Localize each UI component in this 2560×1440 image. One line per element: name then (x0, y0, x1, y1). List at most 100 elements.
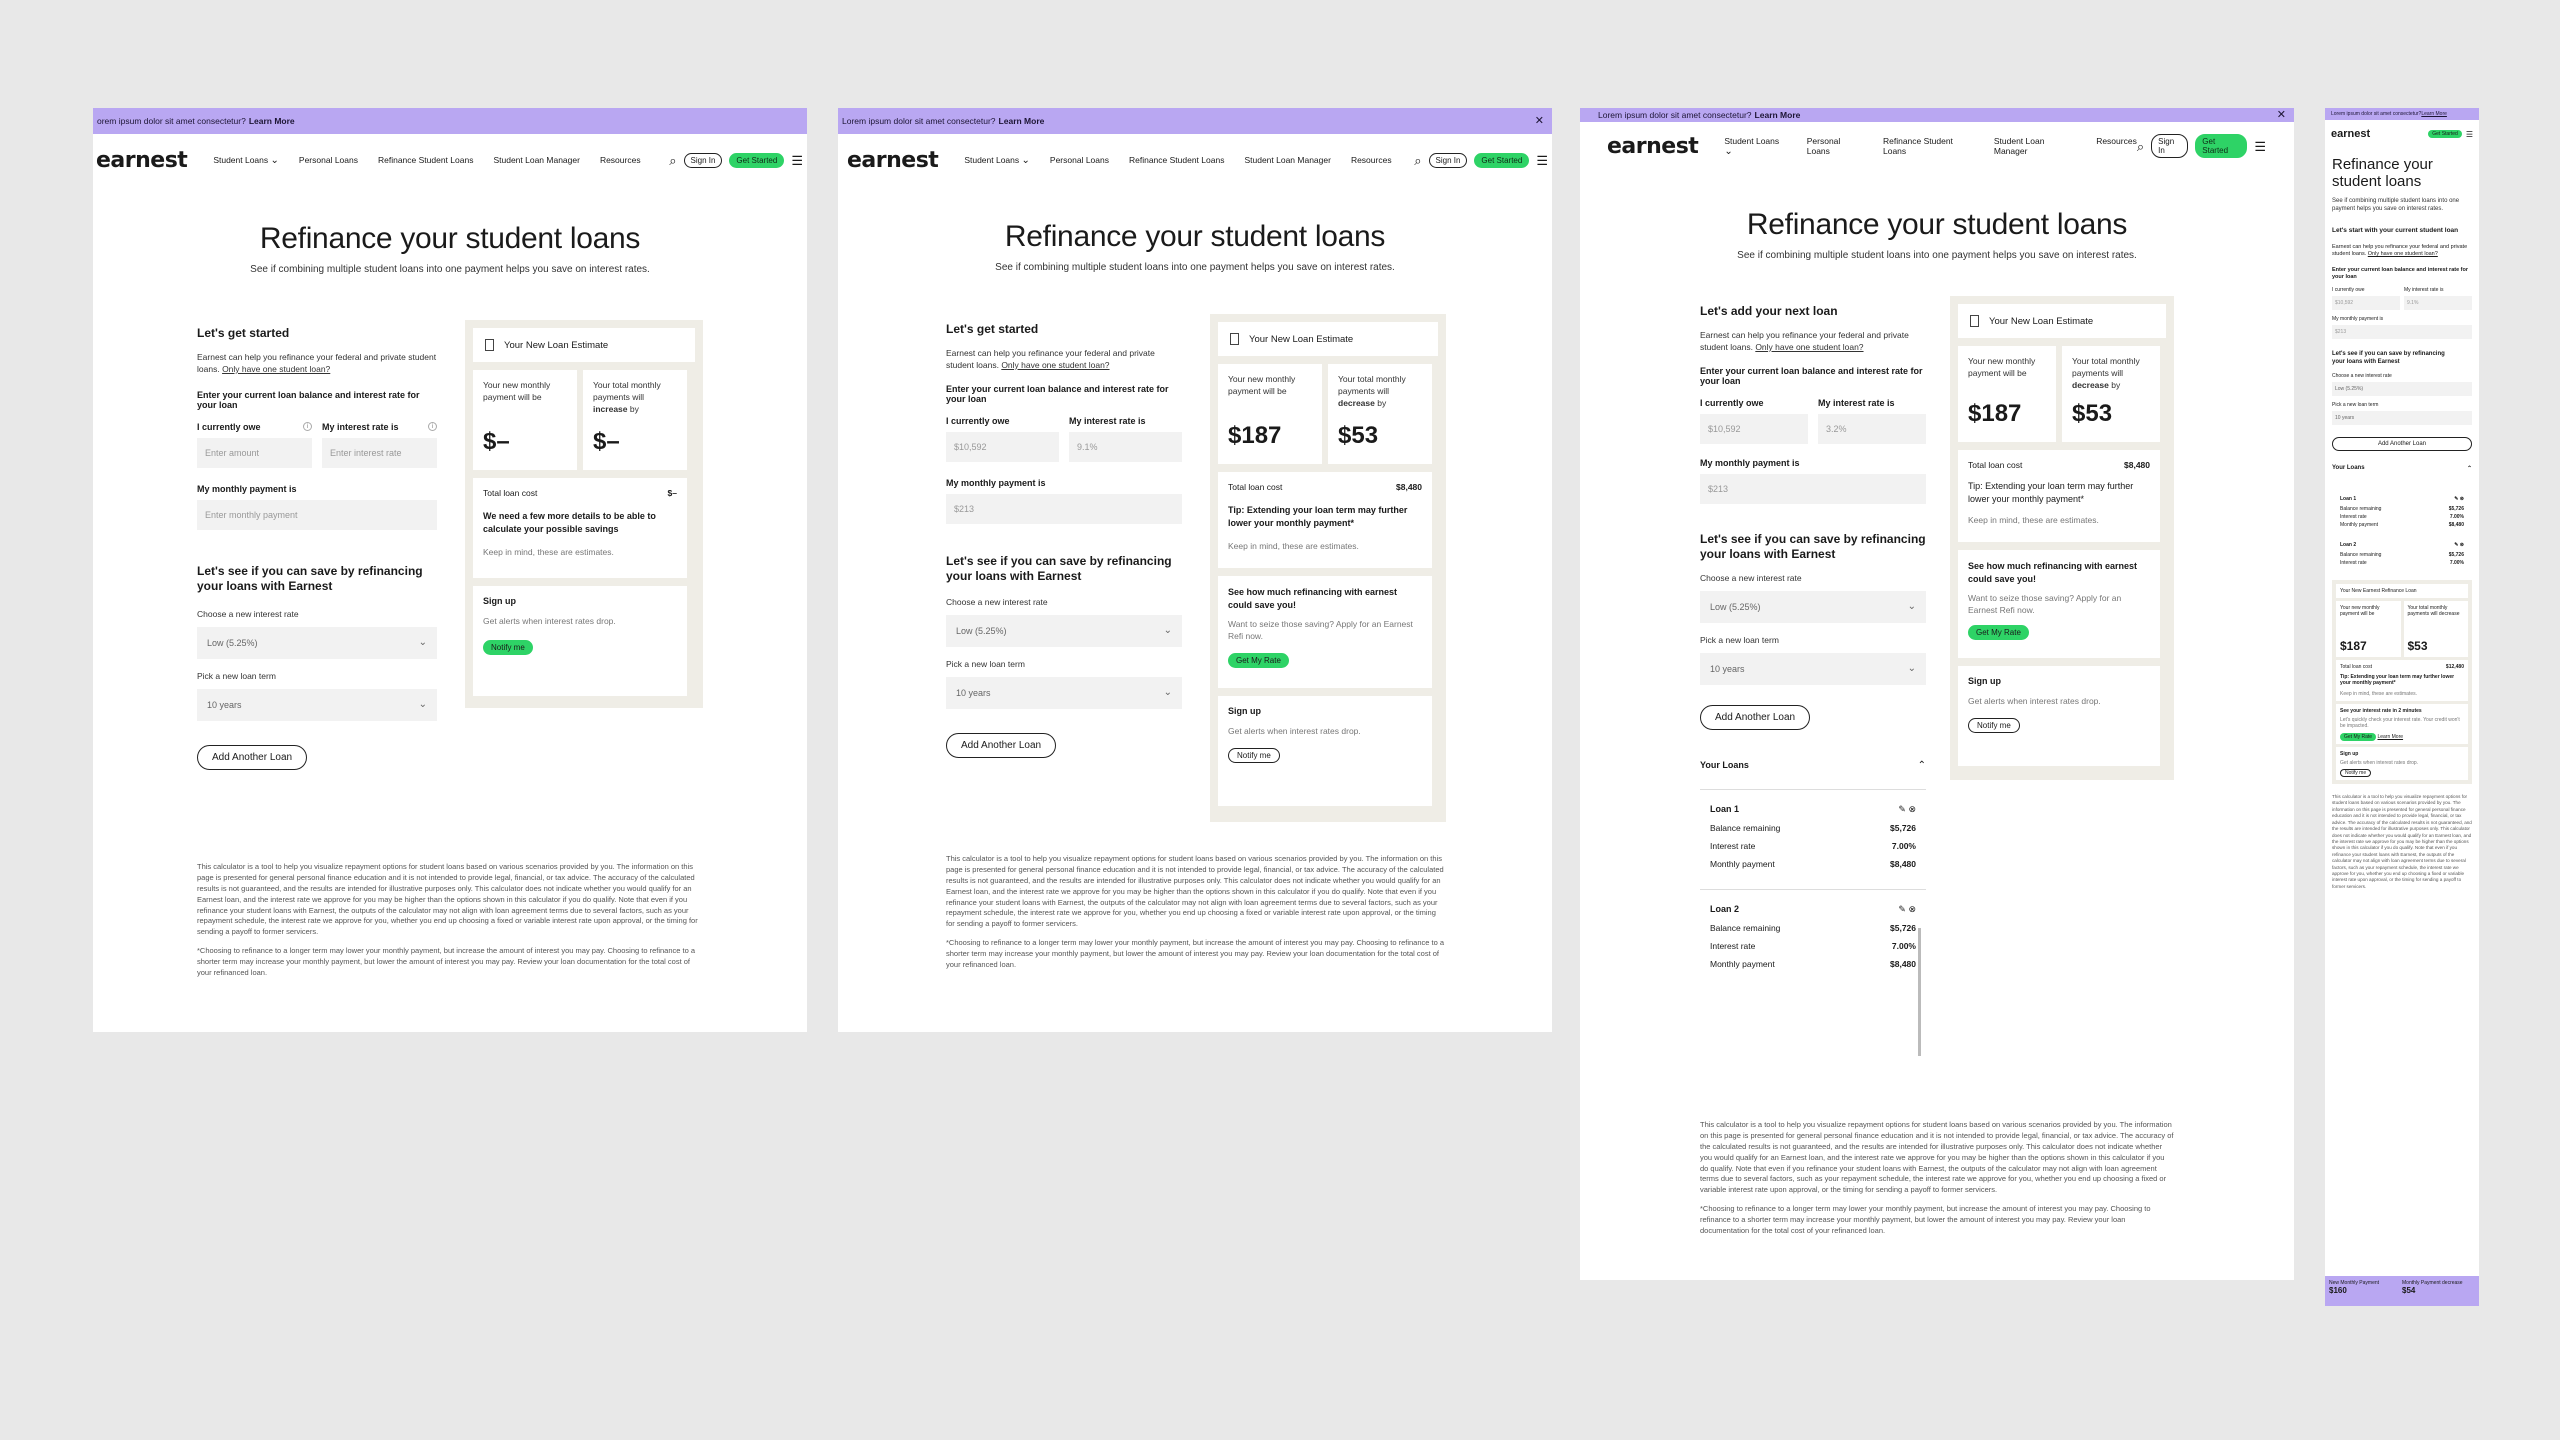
owe-label: I currently owe (946, 415, 1010, 426)
add-loan-button[interactable]: Add Another Loan (946, 732, 1057, 758)
banner-learn-more-link[interactable]: Learn More (249, 116, 295, 126)
edit-icon[interactable]: ✎ ⊗ (2454, 542, 2464, 548)
add-loan-button[interactable]: Add Another Loan (2332, 436, 2472, 451)
search-icon[interactable]: ⌕ (669, 154, 676, 167)
nav-personal-loans[interactable]: Personal Loans (299, 155, 358, 166)
loan-term-select[interactable]: 10 years ⌄ (946, 676, 1182, 709)
your-loans-header[interactable]: Your Loans ⌃ (1700, 760, 1926, 771)
monthly-label: My monthly payment is (2332, 316, 2384, 323)
get-started-button[interactable]: Get Started (1474, 152, 1530, 168)
close-icon[interactable]: ✕ (1535, 114, 1544, 127)
sign-in-button[interactable]: Sign In (683, 152, 723, 168)
nav-student-loans[interactable]: Student Loans ⌄ (1724, 136, 1786, 157)
notify-me-button[interactable]: Notify me (1968, 717, 2020, 733)
get-started-button[interactable]: Get Started (2195, 134, 2248, 158)
sign-in-button[interactable]: Sign In (2151, 134, 2189, 158)
nav-refinance[interactable]: Refinance Student Loans (378, 155, 473, 166)
remove-icon[interactable]: ⊗ (1908, 804, 1916, 814)
search-icon[interactable]: ⌕ (1414, 154, 1421, 167)
interest-rate-select[interactable]: Low (5.25%) ⌄ (946, 614, 1182, 647)
nav-personal-loans[interactable]: Personal Loans (1050, 155, 1109, 166)
one-loan-link[interactable]: Only have one student loan? (2368, 251, 2438, 257)
chevron-down-icon: ⌄ (1907, 601, 1916, 613)
monthly-label: My monthly payment is (1700, 457, 1800, 468)
info-icon[interactable]: i (428, 421, 437, 431)
nav-refinance[interactable]: Refinance Student Loans (1129, 155, 1224, 166)
get-my-rate-button[interactable]: Get My Rate (2340, 732, 2377, 741)
total-cost-cell: Total loan cost $– We need a few more det… (473, 478, 687, 578)
scrollbar[interactable] (1918, 928, 1921, 1056)
nav-resources[interactable]: Resources (2096, 136, 2137, 157)
rate-input[interactable]: Enter interest rate (322, 437, 437, 468)
earnest-logo[interactable]: earnest (1607, 134, 1699, 159)
your-loans-header[interactable]: Your Loans ⌃ (2332, 465, 2472, 472)
edit-icon[interactable]: ✎ (1898, 904, 1906, 914)
new-rate-label: Choose a new interest rate (1700, 572, 1802, 583)
chevron-down-icon: ⌄ (418, 637, 427, 649)
owe-input[interactable]: $10,592 (2332, 296, 2400, 311)
get-my-rate-button[interactable]: Get My Rate (1968, 624, 2029, 640)
rate-input[interactable]: 9.1% (1069, 431, 1182, 462)
monthly-input[interactable]: $213 (946, 493, 1182, 524)
get-started-button[interactable]: Get Started (729, 152, 785, 168)
close-icon[interactable]: ✕ (2277, 108, 2286, 121)
get-started-button[interactable]: Get Started (2428, 130, 2462, 138)
interest-rate-select[interactable]: Low (5.25%) ⌄ (1700, 590, 1926, 623)
banner-learn-more-link[interactable]: Learn More (999, 116, 1045, 126)
interest-rate-select[interactable]: Low (5.25%) ⌄ (197, 626, 437, 659)
get-my-rate-button[interactable]: Get My Rate (1228, 652, 1289, 668)
monthly-label: My monthly payment is (946, 477, 1046, 488)
earnest-logo[interactable]: earnest (847, 148, 939, 173)
monthly-input[interactable]: $213 (1700, 473, 1926, 504)
notify-me-button[interactable]: Notify me (1228, 747, 1280, 763)
menu-icon[interactable]: ☰ (2254, 140, 2266, 153)
owe-input[interactable]: Enter amount (197, 437, 312, 468)
monthly-input[interactable]: $213 (2332, 325, 2472, 340)
nav-resources[interactable]: Resources (600, 155, 641, 166)
loan-term-select[interactable]: 10 years (2332, 410, 2472, 425)
banner-learn-more-link[interactable]: Learn More (2421, 111, 2447, 117)
edit-icon[interactable]: ✎ (1898, 804, 1906, 814)
nav-loan-manager[interactable]: Student Loan Manager (1994, 136, 2076, 157)
notify-me-button[interactable]: Notify me (2340, 768, 2372, 777)
owe-input[interactable]: $10,592 (1700, 413, 1808, 444)
disclaimer: This calculator is a tool to help you vi… (946, 854, 1445, 969)
one-loan-link[interactable]: Only have one student loan? (1001, 360, 1109, 370)
rate-input[interactable]: 9.1% (2404, 296, 2472, 311)
balance-prompt: Enter your current loan balance and inte… (2332, 267, 2469, 281)
sign-in-button[interactable]: Sign In (1428, 152, 1468, 168)
add-loan-button[interactable]: Add Another Loan (197, 744, 308, 770)
apply-cell: See how much refinancing with earnest co… (1958, 550, 2160, 658)
rate-input[interactable]: 3.2% (1818, 413, 1926, 444)
notify-me-button[interactable]: Notify me (483, 639, 533, 655)
one-loan-link[interactable]: Only have one student loan? (222, 364, 330, 374)
loan-term-select[interactable]: 10 years ⌄ (197, 688, 437, 721)
info-icon[interactable]: i (303, 421, 312, 431)
earnest-logo[interactable]: earnest (2331, 128, 2370, 140)
signup-cell: Sign up Get alerts when interest rates d… (1218, 696, 1432, 806)
one-loan-link[interactable]: Only have one student loan? (1755, 342, 1863, 352)
interest-rate-select[interactable]: Low (5.25%) (2332, 381, 2472, 396)
monthly-input[interactable]: Enter monthly payment (197, 499, 437, 530)
nav-personal-loans[interactable]: Personal Loans (1807, 136, 1863, 157)
nav-student-loans[interactable]: Student Loans ⌄ (964, 155, 1030, 166)
nav-loan-manager[interactable]: Student Loan Manager (493, 155, 579, 166)
nav-loan-manager[interactable]: Student Loan Manager (1244, 155, 1330, 166)
earnest-logo[interactable]: earnest (96, 148, 188, 173)
nav-student-loans[interactable]: Student Loans ⌄ (213, 155, 279, 166)
remove-icon[interactable]: ⊗ (1908, 904, 1916, 914)
estimate-header: Your New Loan Estimate (473, 328, 695, 362)
nav-refinance[interactable]: Refinance Student Loans (1883, 136, 1974, 157)
edit-icon[interactable]: ✎ ⊗ (2454, 496, 2464, 502)
page-subtitle: See if combining multiple student loans … (2332, 197, 2460, 212)
owe-input[interactable]: $10,592 (946, 431, 1059, 462)
loan-term-select[interactable]: 10 years ⌄ (1700, 652, 1926, 685)
nav-resources[interactable]: Resources (1351, 155, 1392, 166)
menu-icon[interactable]: ☰ (791, 154, 803, 167)
menu-icon[interactable]: ☰ (2466, 130, 2473, 139)
add-loan-button[interactable]: Add Another Loan (1700, 704, 1811, 730)
search-icon[interactable]: ⌕ (2137, 140, 2144, 153)
menu-icon[interactable]: ☰ (1536, 154, 1548, 167)
learn-more-link[interactable]: Learn More (2377, 734, 2403, 740)
banner-learn-more-link[interactable]: Learn More (1755, 110, 1801, 120)
